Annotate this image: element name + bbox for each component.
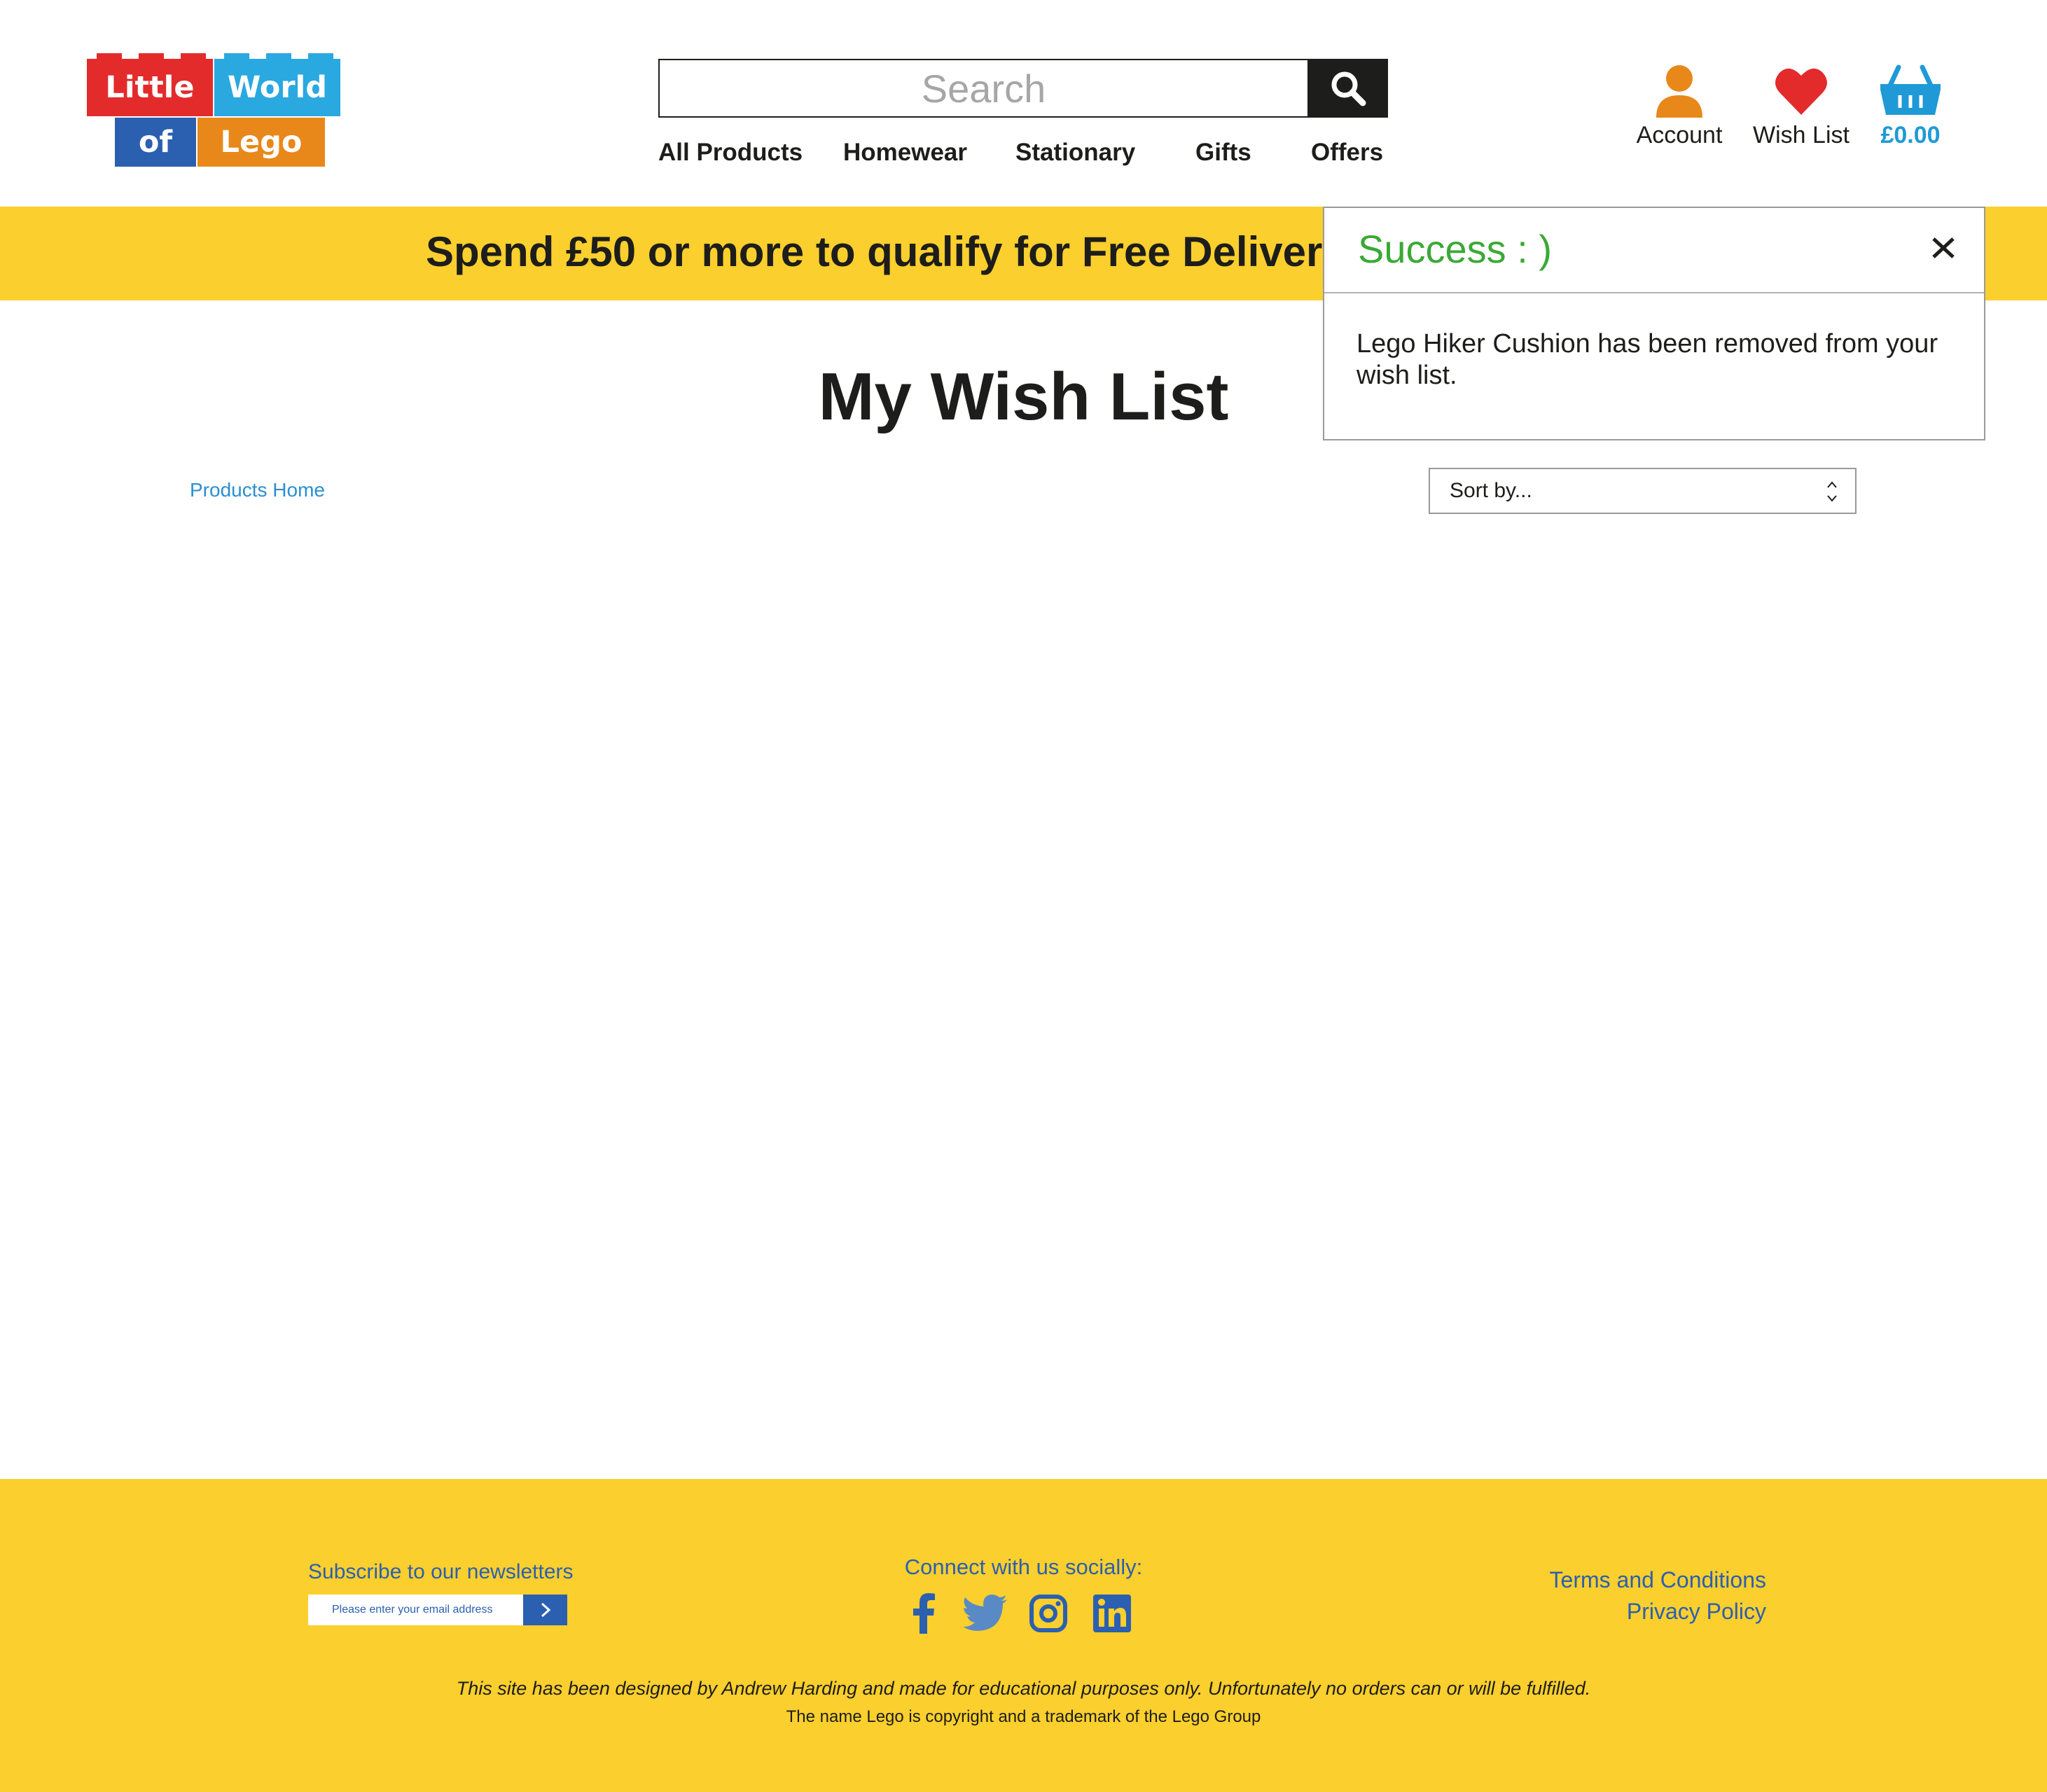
nav-stationary[interactable]: Stationary [1015, 139, 1135, 167]
search-bar [658, 59, 1388, 118]
twitter-link[interactable] [963, 1592, 1008, 1634]
footer-copyright: The name Lego is copyright and a tradema… [786, 1707, 1261, 1726]
select-arrows-icon [1827, 481, 1837, 502]
logo-brick-little: Little [87, 53, 213, 116]
search-input[interactable] [658, 59, 1307, 118]
wishlist-label: Wish List [1753, 122, 1850, 148]
search-button[interactable] [1307, 59, 1388, 118]
site-logo[interactable]: Little World of Lego [87, 53, 342, 168]
heart-icon [1775, 68, 1827, 115]
account-label: Account [1636, 122, 1723, 148]
toast-message: Lego Hiker Cushion has been removed from… [1356, 329, 1938, 390]
chevron-right-icon [541, 1602, 550, 1618]
nav-gifts[interactable]: Gifts [1195, 139, 1251, 167]
basket-total: £0.00 [1880, 122, 1941, 148]
linkedin-icon [1093, 1595, 1131, 1632]
newsletter-form [308, 1595, 567, 1625]
newsletter-submit-button[interactable] [523, 1595, 567, 1625]
newsletter-email-input[interactable] [308, 1595, 523, 1625]
nav-homewear[interactable]: Homewear [843, 139, 967, 167]
logo-word-little: Little [105, 70, 195, 105]
logo-brick-world: World [214, 53, 340, 116]
linkedin-link[interactable] [1090, 1592, 1134, 1634]
nav-offers[interactable]: Offers [1311, 139, 1383, 167]
logo-word-world: World [227, 70, 328, 105]
instagram-link[interactable] [1026, 1592, 1071, 1634]
search-icon [1331, 71, 1366, 106]
toast-header: Success : ) [1324, 208, 1984, 293]
basket-icon [1880, 64, 1941, 115]
facebook-icon [913, 1593, 935, 1634]
twitter-icon [963, 1595, 1007, 1631]
logo-brick-of: of [115, 118, 196, 167]
sort-select[interactable]: Sort by... [1429, 468, 1857, 514]
toast-title: Success : ) [1358, 227, 1552, 271]
site-footer: Subscribe to our newsletters Connect wit… [0, 1479, 2047, 1792]
nav-all-products[interactable]: All Products [658, 139, 803, 167]
facebook-link[interactable] [901, 1592, 946, 1634]
account-link[interactable]: Account [1634, 64, 1725, 149]
delivery-banner-text: Spend £50 or more to qualify for Free De… [426, 228, 1346, 275]
account-icon [1656, 65, 1702, 118]
basket-link[interactable]: £0.00 [1871, 64, 1950, 149]
sort-select-value: Sort by... [1450, 479, 1532, 502]
footer-disclaimer: This site has been designed by Andrew Ha… [456, 1678, 1591, 1699]
wishlist-link[interactable]: Wish List [1752, 64, 1850, 149]
success-toast: Success : ) Lego Hiker Cushion has been … [1323, 207, 1985, 440]
privacy-link[interactable]: Privacy Policy [1550, 1596, 1766, 1627]
terms-link[interactable]: Terms and Conditions [1550, 1564, 1766, 1596]
close-icon[interactable] [1929, 233, 1957, 261]
breadcrumb-products-home[interactable]: Products Home [190, 479, 325, 501]
legal-links: Terms and Conditions Privacy Policy [1550, 1564, 1766, 1627]
site-header: Little World of Lego All Products Homewe… [0, 0, 2047, 207]
instagram-icon [1029, 1595, 1067, 1632]
logo-word-lego: Lego [220, 125, 303, 160]
logo-word-of: of [138, 125, 173, 160]
logo-brick-lego: Lego [197, 118, 325, 167]
